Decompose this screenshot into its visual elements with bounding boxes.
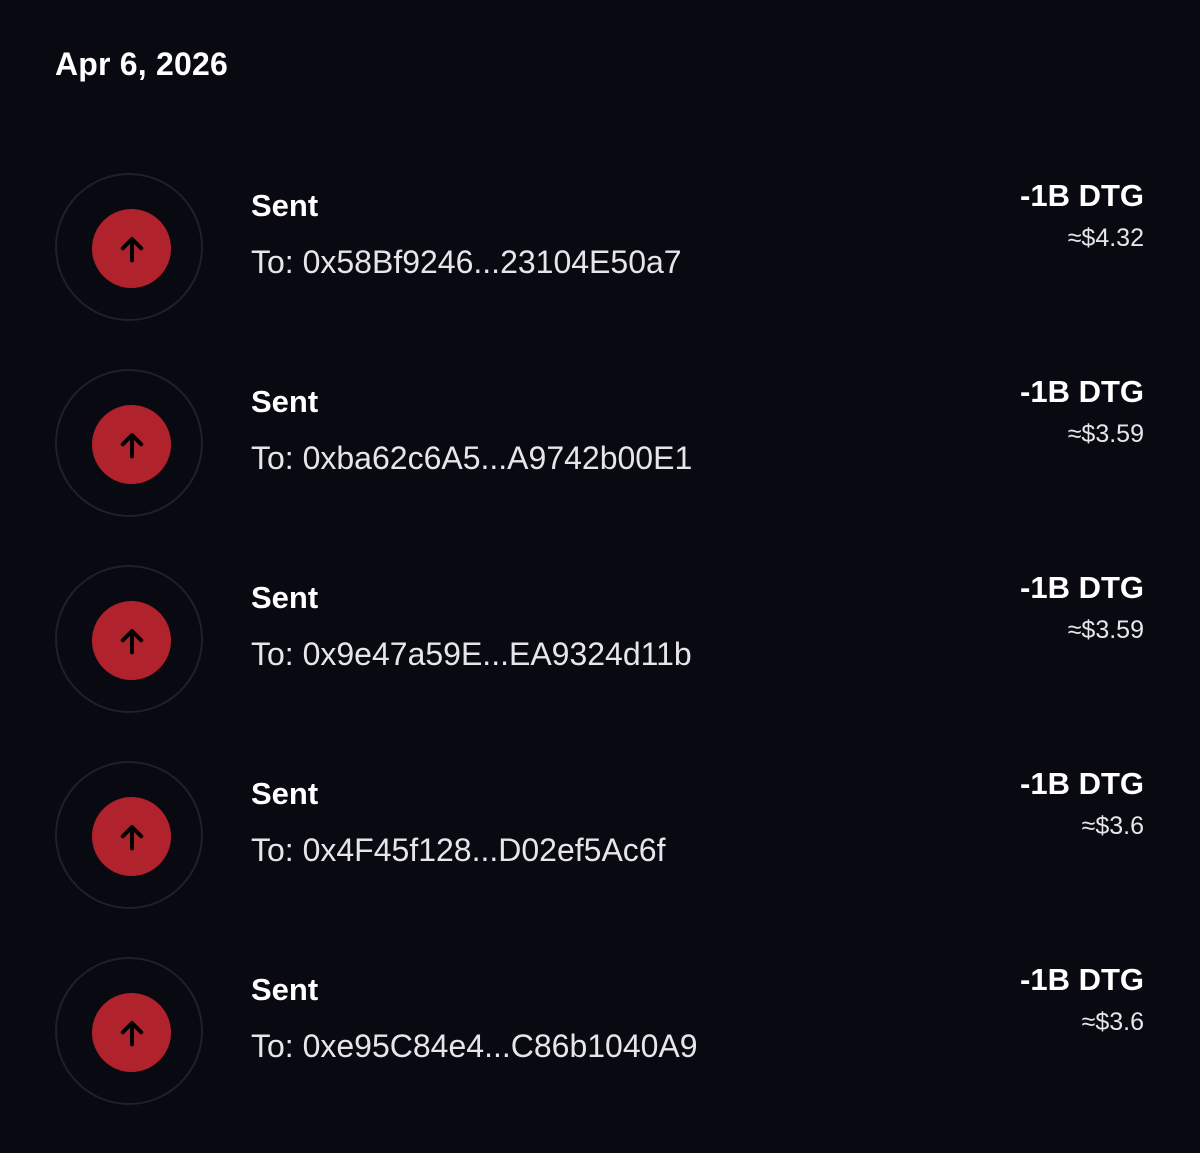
fiat-value: ≈$3.6 [1081,1008,1144,1036]
fiat-value: ≈$4.32 [1067,224,1144,252]
transaction-amount: -1B DTG [1020,962,1144,997]
recipient-address: To: 0x4F45f128...D02ef5Ac6f [251,832,666,868]
sent-icon-badge [92,993,171,1072]
transaction-amount: -1B DTG [1020,374,1144,409]
transaction-amount: -1B DTG [1020,570,1144,605]
transaction-amount: -1B DTG [1020,766,1144,801]
arrow-up-icon [120,824,143,850]
recipient-address: To: 0xba62c6A5...A9742b00E1 [251,440,693,476]
transaction-type: Sent [251,384,319,419]
fiat-value: ≈$3.59 [1067,616,1144,644]
fiat-value: ≈$3.59 [1067,420,1144,448]
transaction-row[interactable]: Sent To: 0x4F45f128...D02ef5Ac6f -1B DTG… [0,761,1200,957]
recipient-address: To: 0x58Bf9246...23104E50a7 [251,244,682,280]
arrow-up-icon [120,432,143,458]
recipient-address: To: 0x9e47a59E...EA9324d11b [251,636,692,672]
transaction-row[interactable]: Sent To: 0x9e47a59E...EA9324d11b -1B DTG… [0,565,1200,761]
transaction-type: Sent [251,188,319,223]
sent-icon-badge [92,601,171,680]
transaction-type: Sent [251,972,319,1007]
arrow-up-icon [120,628,143,654]
transaction-type: Sent [251,580,319,615]
sent-icon-badge [92,405,171,484]
recipient-address: To: 0xe95C84e4...C86b1040A9 [251,1028,698,1064]
fiat-value: ≈$3.6 [1081,812,1144,840]
transaction-row[interactable]: Sent To: 0xba62c6A5...A9742b00E1 -1B DTG… [0,369,1200,565]
arrow-up-icon [120,1020,143,1046]
transaction-type: Sent [251,776,319,811]
transaction-amount: -1B DTG [1020,178,1144,213]
sent-icon-badge [92,209,171,288]
transaction-row[interactable]: Sent To: 0xe95C84e4...C86b1040A9 -1B DTG… [0,957,1200,1153]
sent-icon-badge [92,797,171,876]
arrow-up-icon [120,236,143,262]
date-header: Apr 6, 2026 [55,46,228,82]
transaction-row[interactable]: Sent To: 0x58Bf9246...23104E50a7 -1B DTG… [0,173,1200,369]
